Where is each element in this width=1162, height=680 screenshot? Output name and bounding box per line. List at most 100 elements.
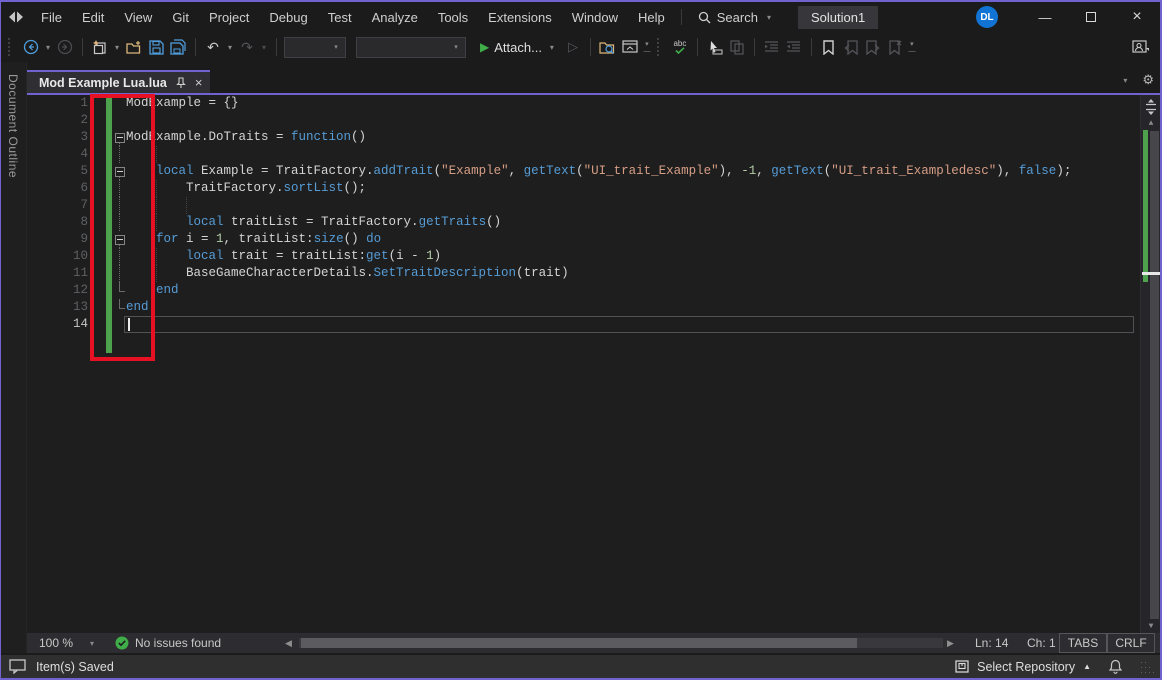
split-editor-handle[interactable] <box>1142 97 1160 117</box>
copy-lines-button[interactable] <box>727 37 747 57</box>
menu-tools[interactable]: Tools <box>428 10 478 25</box>
select-lines-button[interactable] <box>705 37 725 57</box>
zoom-dropdown[interactable]: 100 % ▾ <box>33 633 103 653</box>
window-dropdown-icon[interactable]: ▾— <box>642 40 652 55</box>
code-line-3[interactable]: 3ModExample.DoTraits = function() <box>27 129 1160 146</box>
menu-divider <box>681 9 682 25</box>
horizontal-scrollbar[interactable] <box>299 638 943 648</box>
code-line-14[interactable]: 14 <box>27 316 1160 333</box>
code-line-8[interactable]: 8local traitList = TraitFactory.getTrait… <box>27 214 1160 231</box>
document-outline-strip[interactable]: Document Outline <box>1 62 27 653</box>
menu-window[interactable]: Window <box>562 10 628 25</box>
line-ending-indicator[interactable]: CRLF <box>1107 633 1155 653</box>
tab-options-gear-icon[interactable]: ⚙ <box>1142 72 1154 88</box>
redo-dropdown-icon[interactable]: ▾ <box>259 43 269 52</box>
indent-increase-button[interactable] <box>784 37 804 57</box>
new-item-button[interactable] <box>90 37 110 57</box>
menu-git[interactable]: Git <box>162 10 199 25</box>
hscroll-left-icon[interactable]: ◀ <box>285 633 292 653</box>
code-line-1[interactable]: 1ModExample = {} <box>27 95 1160 112</box>
menu-file[interactable]: File <box>31 10 72 25</box>
attach-dropdown-icon[interactable]: ▾ <box>547 43 557 52</box>
minimize-button[interactable]: — <box>1022 2 1068 32</box>
redo-button[interactable]: ↷ <box>237 37 257 57</box>
code-line-7[interactable]: 7 <box>27 197 1160 214</box>
menu-view[interactable]: View <box>114 10 162 25</box>
navigate-back-button[interactable] <box>21 37 41 57</box>
code-line-4[interactable]: 4 <box>27 146 1160 163</box>
maximize-button[interactable] <box>1068 2 1114 32</box>
horizontal-scroll-thumb[interactable] <box>301 638 857 648</box>
new-item-dropdown-icon[interactable]: ▾ <box>112 43 122 52</box>
open-file-button[interactable] <box>124 37 144 57</box>
message-icon <box>9 659 26 674</box>
save-button[interactable] <box>146 37 166 57</box>
code-line-9[interactable]: 9for i = 1, traitList:size() do <box>27 231 1160 248</box>
toolbar-grip[interactable] <box>8 38 16 56</box>
scroll-down-icon[interactable]: ▼ <box>1141 622 1160 631</box>
menu-help[interactable]: Help <box>628 10 675 25</box>
health-indicator[interactable] <box>115 636 129 653</box>
start-without-debugging-button[interactable]: ▷ <box>563 37 583 57</box>
status-message: Item(s) Saved <box>36 660 114 674</box>
menu-test[interactable]: Test <box>318 10 362 25</box>
save-all-button[interactable] <box>168 37 188 57</box>
menu-extensions[interactable]: Extensions <box>478 10 562 25</box>
platform-combobox[interactable]: ▾ <box>356 37 466 58</box>
pin-icon[interactable] <box>176 77 186 89</box>
select-repository-button[interactable]: Select Repository ▲ <box>947 660 1099 674</box>
indent-decrease-button[interactable] <box>762 37 782 57</box>
bookmark-dropdown-icon[interactable]: ▾— <box>907 40 917 55</box>
menu-analyze[interactable]: Analyze <box>362 10 428 25</box>
tab-close-icon[interactable]: × <box>195 75 203 90</box>
tabs-mode-indicator[interactable]: TABS <box>1059 633 1107 653</box>
resize-grip[interactable]: ········· <box>1140 660 1154 674</box>
scrollbar-change-annotation <box>1143 130 1148 282</box>
code-line-5[interactable]: 5local Example = TraitFactory.addTrait("… <box>27 163 1160 180</box>
document-outline-tab-label[interactable]: Document Outline <box>6 74 20 178</box>
undo-dropdown-icon[interactable]: ▾ <box>225 43 235 52</box>
send-feedback-button[interactable] <box>1130 37 1150 57</box>
notifications-bell-icon[interactable] <box>1109 659 1122 674</box>
account-avatar[interactable]: DL <box>976 6 998 28</box>
navigate-forward-button[interactable] <box>55 37 75 57</box>
clear-bookmarks-button[interactable] <box>885 37 905 57</box>
navigate-back-dropdown-icon[interactable]: ▾ <box>43 43 53 52</box>
toggle-bookmark-button[interactable] <box>819 37 839 57</box>
toolbar-divider <box>811 38 812 56</box>
undo-button[interactable]: ↶ <box>203 37 223 57</box>
next-bookmark-button[interactable] <box>863 37 883 57</box>
menu-debug[interactable]: Debug <box>259 10 317 25</box>
previous-bookmark-button[interactable] <box>841 37 861 57</box>
close-button[interactable]: × <box>1114 2 1160 32</box>
search-dropdown-icon[interactable]: ▾ <box>764 13 774 22</box>
menu-project[interactable]: Project <box>199 10 259 25</box>
code-line-13[interactable]: 13end <box>27 299 1160 316</box>
vertical-scrollbar[interactable]: ▲ ▼ <box>1140 95 1160 633</box>
issues-status-label[interactable]: No issues found <box>135 633 221 653</box>
vertical-scroll-thumb[interactable] <box>1150 131 1159 619</box>
code-line-6[interactable]: 6TraitFactory.sortList(); <box>27 180 1160 197</box>
code-line-10[interactable]: 10local trait = traitList:get(i - 1) <box>27 248 1160 265</box>
character-position: Ch: 1 <box>1027 633 1056 653</box>
hscroll-right-icon[interactable]: ▶ <box>947 633 954 653</box>
code-line-11[interactable]: 11BaseGameCharacterDetails.SetTraitDescr… <box>27 265 1160 282</box>
attach-button[interactable]: ▶ Attach... ▾ <box>476 40 561 55</box>
scroll-up-icon[interactable]: ▲ <box>1141 119 1160 128</box>
configuration-combobox[interactable]: ▾ <box>284 37 346 58</box>
code-text: local Example = TraitFactory.addTrait("E… <box>156 163 1071 180</box>
search-box[interactable]: Search ▾ <box>688 10 784 25</box>
code-line-2[interactable]: 2 <box>27 112 1160 129</box>
code-editor[interactable]: 1ModExample = {}23ModExample.DoTraits = … <box>27 93 1160 633</box>
spell-check-button[interactable]: abc <box>670 37 690 57</box>
tab-mod-example-lua[interactable]: Mod Example Lua.lua × <box>27 70 210 93</box>
indent-guide <box>156 265 157 282</box>
tab-list-dropdown-icon[interactable]: ▾ <box>1120 76 1130 85</box>
code-line-12[interactable]: 12end <box>27 282 1160 299</box>
solution-explorer-button[interactable] <box>620 37 640 57</box>
code-text: local traitList = TraitFactory.getTraits… <box>186 214 501 231</box>
menu-edit[interactable]: Edit <box>72 10 114 25</box>
toolbar-grip[interactable] <box>657 38 665 56</box>
solution-name[interactable]: Solution1 <box>798 6 878 29</box>
find-in-files-button[interactable] <box>598 37 618 57</box>
